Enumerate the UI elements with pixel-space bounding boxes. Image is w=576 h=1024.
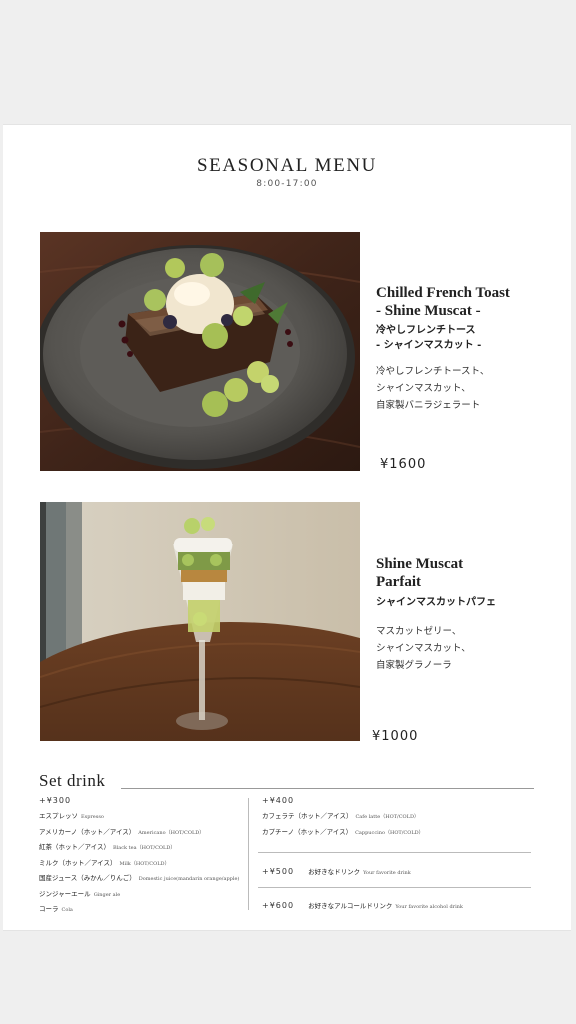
item-1-name: Chilled French Toast - Shine Muscat - [376, 285, 510, 319]
item-1-price: ¥1600 [380, 457, 427, 472]
drink-group-500: +¥500 お好きなドリンク Your favorite drink [262, 867, 411, 876]
drink-separator [258, 852, 531, 853]
drink-row: 国産ジュース（みかん／りんご） Domestic juice(mandarin o… [39, 874, 240, 882]
item-1-description: 冷やしフレンチトースト、 シャインマスカット、 自家製バニラジェラート [376, 366, 490, 411]
drink-group-600: +¥600 お好きなアルコールドリンク Your favorite alcohol … [262, 901, 463, 910]
drink-row: ミルク（ホット／アイス） Milk（HOT/COLD） [39, 858, 170, 867]
item-2-name: Shine Muscat Parfait [376, 556, 464, 590]
drink-row: ジンジャーエール Ginger ale [39, 889, 121, 898]
set-drink-rule [121, 788, 534, 789]
drink-row: 紅茶（ホット／アイス） Black tea（HOT/COLD） [39, 843, 176, 851]
drink-group-300-price: +¥300 [39, 796, 72, 805]
drink-group-300: +¥300 エスプレッソ Espresso アメリカーノ（ホット／アイス） Amer… [39, 796, 239, 918]
item-2-description: マスカットゼリー、 シャインマスカット、 自家製グラノーラ [376, 626, 471, 671]
drink-row: カプチーノ（ホット／アイス） Cappuccino（HOT/COLD） [262, 827, 424, 836]
item-2-price: ¥1000 [372, 729, 419, 744]
item-1-japanese-name: 冷やしフレンチトース - シャインマスカット - [376, 325, 482, 351]
drink-row: カフェラテ（ホット／アイス） Cafe latte（HOT/COLD） [262, 812, 419, 820]
french-toast-photo [40, 232, 360, 471]
drink-group-400: +¥400 カフェラテ（ホット／アイス） Cafe latte（HOT/COLD）… [262, 796, 424, 840]
set-drink-title: Set drink [39, 771, 106, 790]
drink-group-400-price: +¥400 [262, 796, 295, 805]
drink-row: エスプレッソ Espresso [39, 812, 104, 820]
menu-page: SEASONAL MENU 8:00-17:00 Chilled French … [3, 124, 571, 931]
drink-separator [258, 887, 531, 888]
parfait-photo [40, 502, 360, 741]
drink-row: コーラ Cola [39, 905, 73, 913]
page-title: SEASONAL MENU [196, 155, 378, 176]
item-2-japanese-name: シャインマスカットパフェ [376, 597, 496, 608]
drink-row: アメリカーノ（ホット／アイス） Americano（HOT/COLD） [39, 827, 205, 836]
opening-hours: 8:00-17:00 [256, 179, 318, 189]
drink-column-divider [248, 798, 249, 910]
